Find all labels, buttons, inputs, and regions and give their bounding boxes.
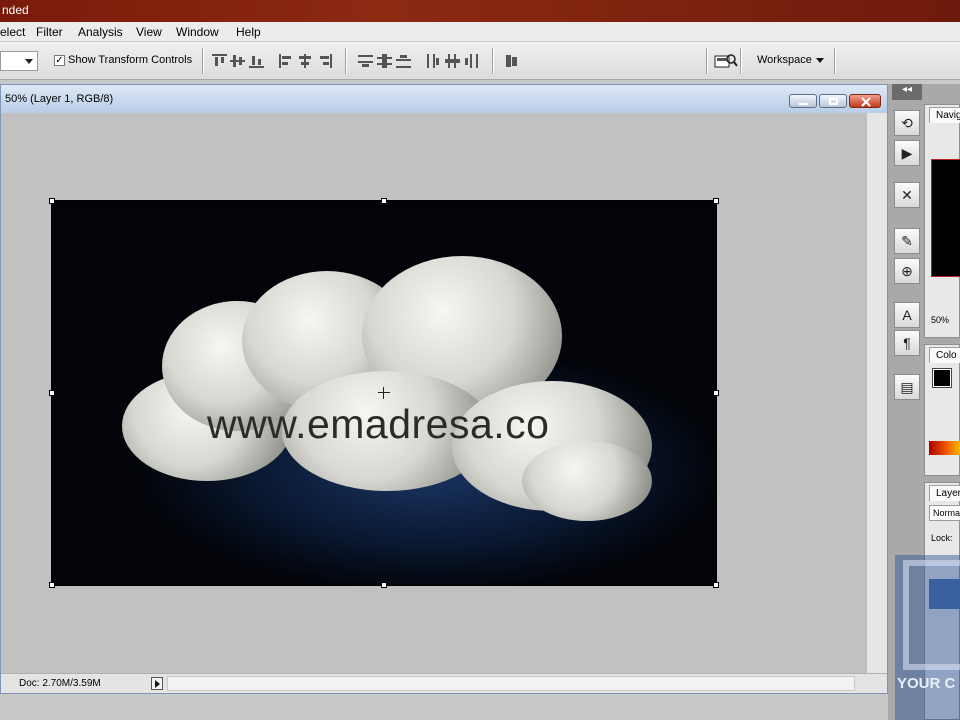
distribute-bottom-icon[interactable] [396, 54, 411, 68]
paragraph-panel-icon[interactable]: ¶ [894, 330, 920, 356]
transform-handle-bottom-left[interactable] [49, 582, 55, 588]
layers-tab[interactable]: Layer [929, 485, 960, 501]
transform-handle-right[interactable] [713, 390, 719, 396]
clone-source-icon[interactable]: ⊕ [894, 258, 920, 284]
align-top-icon[interactable] [212, 54, 227, 68]
align-bottom-icon[interactable] [249, 54, 264, 68]
cloud-part [522, 441, 652, 521]
panel-icon-column: ⟲ ▶ ✕ ✎ ⊕ A ¶ ▤ [894, 104, 920, 414]
actions-panel-icon[interactable]: ▶ [894, 140, 920, 166]
history-panel-icon[interactable]: ⟲ [894, 110, 920, 136]
logo-mark [903, 560, 960, 670]
align-vertical-center-icon[interactable] [230, 54, 245, 68]
distribute-left-icon[interactable] [426, 54, 441, 68]
chevron-down-icon [25, 59, 33, 64]
document-title: 50% (Layer 1, RGB/8) [5, 93, 114, 105]
vertical-scrollbar[interactable] [866, 113, 887, 673]
transform-handle-bottom[interactable] [381, 582, 387, 588]
toolbar-divider [740, 48, 742, 74]
navigator-thumbnail[interactable] [931, 159, 960, 277]
foreground-color-swatch[interactable] [932, 368, 952, 388]
minimize-button[interactable] [789, 94, 817, 108]
color-panel: Colo [924, 344, 960, 476]
show-transform-controls-label: Show Transform Controls [68, 54, 193, 66]
toolbar-divider [834, 48, 836, 74]
menu-view[interactable]: View [136, 25, 162, 39]
close-button[interactable] [849, 94, 881, 108]
watermark-text: www.emadresa.co [207, 401, 550, 447]
toolbar-divider [706, 48, 708, 74]
navigator-panel: Navig 50% [924, 104, 960, 338]
status-bar: Doc: 2.70M/3.59M [1, 673, 887, 693]
document-size: Doc: 2.70M/3.59M [19, 678, 101, 689]
align-left-icon[interactable] [279, 54, 294, 68]
menu-select[interactable]: elect [0, 25, 25, 39]
app-title: nded [2, 3, 29, 17]
app-title-bar: nded [0, 0, 960, 22]
auto-select-dropdown[interactable] [0, 51, 38, 71]
align-right-icon[interactable] [317, 54, 332, 68]
distribute-horizontal-center-icon[interactable] [445, 54, 460, 68]
toolbar-divider [345, 48, 347, 74]
document-window: 50% (Layer 1, RGB/8) Doc: 2.70M/3.59M ww… [0, 84, 888, 694]
menu-analysis[interactable]: Analysis [78, 25, 123, 39]
layer-comps-icon[interactable]: ▤ [894, 374, 920, 400]
align-horizontal-center-icon[interactable] [298, 54, 313, 68]
menu-help[interactable]: Help [236, 25, 261, 39]
close-icon [861, 97, 871, 107]
transform-handle-left[interactable] [49, 390, 55, 396]
workspace-label: Workspace [757, 54, 812, 66]
menu-bar: elect Filter Analysis View Window Help [0, 22, 960, 42]
navigator-zoom[interactable]: 50% [931, 315, 949, 325]
menu-filter[interactable]: Filter [36, 25, 63, 39]
workspace-icon[interactable] [714, 52, 738, 70]
distribute-top-icon[interactable] [358, 54, 373, 68]
transform-handle-top-left[interactable] [49, 198, 55, 204]
transform-handle-bottom-right[interactable] [713, 582, 719, 588]
menu-window[interactable]: Window [176, 25, 219, 39]
distribute-right-icon[interactable] [464, 54, 479, 68]
toolbar-divider [202, 48, 204, 74]
document-title-bar[interactable]: 50% (Layer 1, RGB/8) [1, 85, 887, 113]
color-ramp[interactable] [929, 441, 960, 455]
navigator-tab[interactable]: Navig [929, 107, 960, 123]
toolbar-divider [492, 48, 494, 74]
blend-mode-select[interactable]: Norma [929, 505, 960, 521]
color-tab[interactable]: Colo [929, 347, 960, 363]
watermark-logo: YOUR C [895, 555, 960, 720]
chevron-down-icon [816, 58, 824, 63]
transform-handle-top-right[interactable] [713, 198, 719, 204]
lock-label: Lock: [931, 533, 953, 543]
horizontal-scrollbar[interactable] [167, 676, 855, 691]
reference-point-icon[interactable] [378, 387, 390, 399]
options-bar: ✓ Show Transform Controls Workspace [0, 42, 960, 80]
distribute-vertical-center-icon[interactable] [377, 54, 392, 68]
workspace-button[interactable]: Workspace [748, 51, 832, 71]
character-panel-icon[interactable]: A [894, 302, 920, 328]
show-transform-controls-checkbox[interactable]: ✓ [54, 55, 65, 66]
transform-handle-top[interactable] [381, 198, 387, 204]
status-menu-button[interactable] [151, 677, 163, 690]
logo-text: YOUR C [897, 675, 956, 692]
image-layer[interactable]: www.emadresa.co [51, 200, 717, 586]
brushes-panel-icon[interactable]: ✎ [894, 228, 920, 254]
triangle-right-icon [155, 680, 160, 688]
auto-align-layers-icon[interactable] [504, 54, 519, 68]
tool-presets-icon[interactable]: ✕ [894, 182, 920, 208]
restore-button[interactable] [819, 94, 847, 108]
dock-collapse-button[interactable]: ◂◂ [892, 84, 922, 100]
